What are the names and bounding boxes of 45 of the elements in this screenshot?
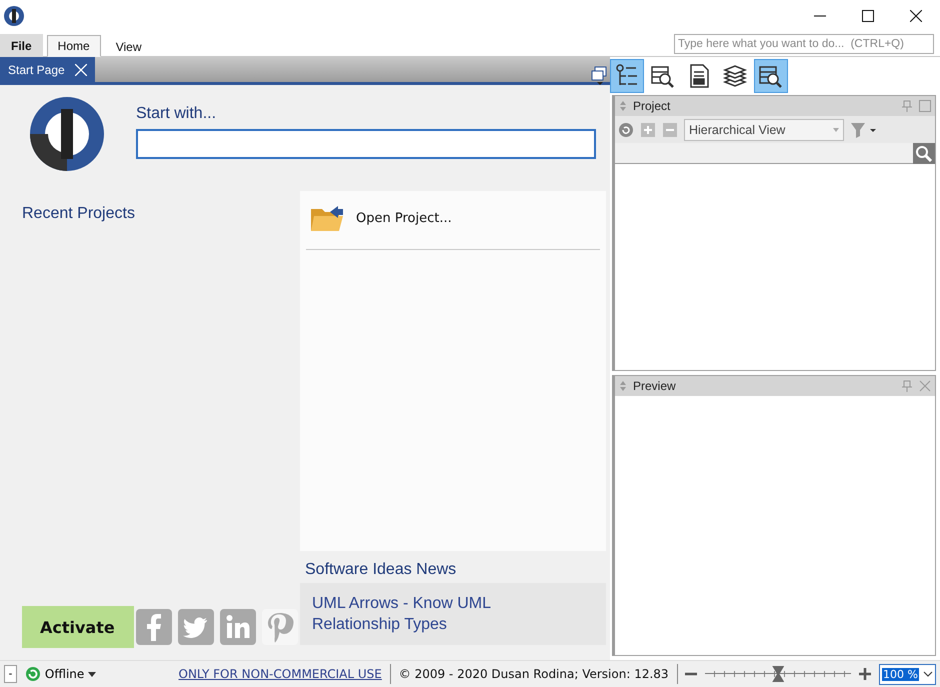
view-dropdown[interactable]: Hierarchical View: [684, 118, 844, 140]
pin-icon: [901, 380, 913, 392]
ribbon-tab[interactable]: Home: [46, 35, 101, 57]
chevron-icon: [923, 671, 933, 677]
ribbon-tab[interactable]: View: [104, 35, 152, 57]
folder-icon: [310, 203, 344, 233]
app-logo-icon: [28, 95, 106, 173]
connection-status-button[interactable]: Offline: [24, 666, 170, 682]
updown-icon: [619, 380, 627, 392]
refresh-icon: [24, 666, 41, 682]
maximize-icon: [862, 10, 874, 22]
document-tab[interactable]: Start Page: [0, 57, 95, 82]
collapse-button[interactable]: -: [4, 665, 17, 683]
news-link[interactable]: UML Arrows - Know UML Relationship Types: [312, 593, 512, 635]
caret-icon: [88, 672, 96, 676]
activate-button[interactable]: Activate: [22, 606, 134, 648]
file-menu-tab[interactable]: File: [0, 34, 43, 57]
collapse-icon: [662, 122, 678, 138]
recent-projects-title: Recent Projects: [22, 205, 136, 223]
command-search-field[interactable]: Type here what you want to do... (CTRL+Q): [674, 34, 934, 54]
start-with-field[interactable]: [136, 129, 596, 159]
pin-icon: [901, 100, 913, 112]
project-search-field[interactable]: [615, 143, 913, 163]
close-icon: [910, 10, 922, 22]
open-project-item[interactable]: Open Project...: [306, 203, 600, 250]
panel-toggle-button[interactable]: [610, 59, 644, 93]
panel-toggle-button[interactable]: [754, 59, 788, 93]
panel-title: Project: [633, 99, 672, 113]
plus-icon: [859, 668, 872, 680]
license-link[interactable]: ONLY FOR NON-COMMERCIAL USE: [178, 667, 382, 681]
panel-title: Preview: [633, 379, 677, 393]
maximize-icon: [919, 100, 931, 112]
close-icon: [919, 380, 931, 392]
close-icon: [74, 64, 87, 76]
updown-icon: [619, 100, 627, 112]
layers-icon: [722, 63, 748, 89]
caret-icon: [833, 128, 839, 132]
slider-thumb[interactable]: [772, 666, 784, 682]
refresh-icon: [618, 122, 634, 138]
news-title: Software Ideas News: [304, 560, 458, 580]
copyright-text: © 2009 - 2020 Dusan Rodina; Version: 12.83: [398, 667, 669, 681]
start-with-label: Start with...: [136, 105, 218, 123]
filter-icon: [850, 122, 876, 138]
zoom-dropdown[interactable]: 100 %: [879, 664, 936, 684]
expand-icon: [640, 122, 656, 138]
